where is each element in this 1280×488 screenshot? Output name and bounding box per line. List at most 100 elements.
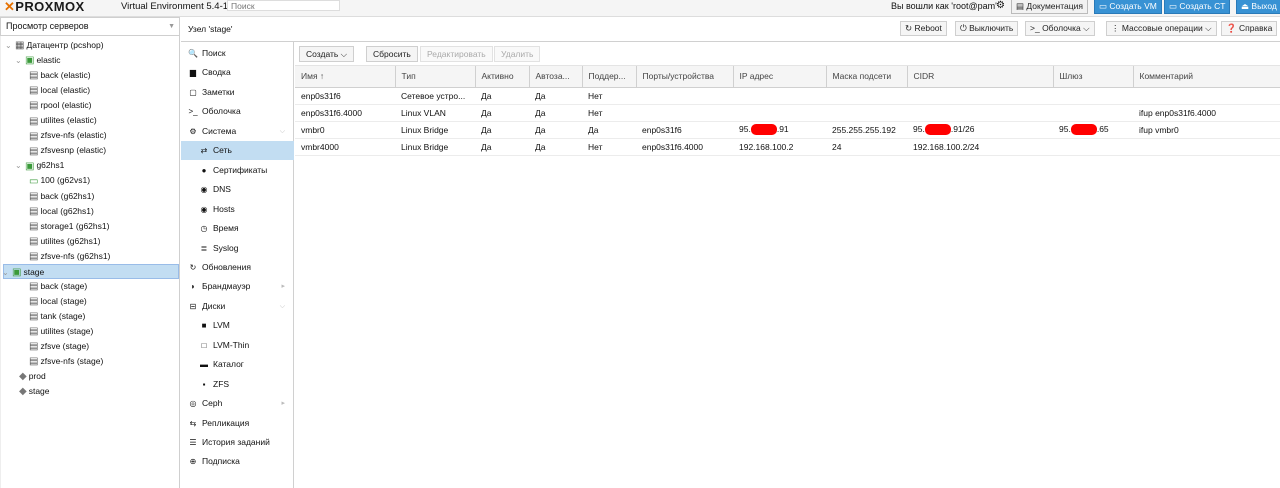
column-header[interactable]: Автоза... [529, 66, 583, 88]
menu-item-5[interactable]: ⇄ Сеть [181, 141, 294, 161]
column-header[interactable]: Тип [395, 66, 476, 88]
search-input[interactable] [227, 0, 340, 11]
column-header[interactable]: IP адрес [733, 66, 827, 88]
column-header[interactable]: Поддер... [582, 66, 637, 88]
menu-item-3[interactable]: >_ Оболочка [181, 102, 294, 121]
documentation-button[interactable]: ▤ Документация [1011, 0, 1088, 14]
tree-node[interactable]: ▤ back (g62hs1) [27, 189, 94, 204]
menu-item-label: DNS [213, 184, 231, 195]
tree-node[interactable]: ▤ utilites (g62hs1) [27, 234, 100, 249]
expand-arrow-icon[interactable]: ▸ [281, 394, 285, 413]
clock-icon: ◷ [200, 224, 208, 234]
menu-item-21[interactable]: ⊕ Подписка [181, 452, 294, 471]
table-cell: ifup enp0s31f6.4000 [1133, 104, 1280, 122]
menu-item-15[interactable]: □ LVM-Thin [181, 336, 294, 355]
table-cell: Сетевое устро... [395, 87, 475, 105]
tree-node[interactable]: ▤ rpool (elastic) [27, 98, 91, 113]
menu-item-20[interactable]: ☰ История заданий [181, 433, 294, 452]
remove-button[interactable]: Удалить [494, 46, 541, 62]
tree-node[interactable]: ▤ zfsve-nfs (stage) [27, 354, 103, 369]
menu-item-10[interactable]: ≣ Syslog [181, 239, 294, 258]
menu-item-8[interactable]: ◉ Hosts [181, 200, 294, 219]
server-view-select[interactable]: Просмотр серверов ▼ [0, 17, 180, 36]
table-row[interactable]: enp0s31f6 Сетевое устро... Да Да Нет [295, 87, 1280, 105]
expand-arrow-icon[interactable]: ⌵ [280, 297, 285, 316]
expand-arrow-icon[interactable]: ▸ [281, 277, 285, 296]
menu-item-6[interactable]: ● Сертификаты [181, 161, 294, 180]
menu-item-9[interactable]: ◷ Время [181, 219, 294, 238]
table-row[interactable]: vmbr0 Linux Bridge Да Да Да enp0s31f6 95. .91 25… [295, 121, 1280, 139]
tree-node[interactable]: ▤ zfsve (stage) [27, 339, 89, 354]
menu-item-label: Сводка [202, 67, 231, 78]
menu-item-16[interactable]: ▬ Каталог [181, 355, 294, 374]
tree-node[interactable]: ⌄ ▣ elastic [15, 53, 61, 68]
column-header[interactable]: Активно [475, 66, 530, 88]
menu-item-7[interactable]: ◉ DNS [181, 180, 294, 199]
column-header[interactable]: Маска подсети [826, 66, 908, 88]
column-header[interactable]: Порты/устройства [636, 66, 734, 88]
expand-chevron-icon[interactable]: ⌄ [15, 158, 22, 173]
table-row[interactable]: vmbr4000 Linux Bridge Да Да Нет enp0s31f6.400… [295, 138, 1280, 156]
column-header[interactable]: CIDR [907, 66, 1054, 88]
menu-item-11[interactable]: ↻ Обновления [181, 258, 294, 277]
menu-item-19[interactable]: ⇆ Репликация [181, 414, 294, 433]
tree-node-label: stage [23, 266, 45, 277]
revert-button[interactable]: Сбросить [366, 46, 418, 62]
column-header[interactable]: Имя ↑ [295, 66, 396, 88]
expand-chevron-icon[interactable]: ⌄ [5, 38, 12, 53]
help-button[interactable]: ❓ Справка [1221, 21, 1278, 36]
column-header[interactable]: Шлюз [1053, 66, 1134, 88]
menu-item-0[interactable]: 🔍 Поиск [181, 44, 294, 63]
menu-item-18[interactable]: ◎ Ceph ▸ [181, 394, 294, 413]
column-header[interactable]: Комментарий [1133, 66, 1280, 88]
table-row[interactable]: enp0s31f6.4000 Linux VLAN Да Да Нет ifup enp0… [295, 104, 1280, 122]
reboot-button[interactable]: ↻ Reboot [900, 21, 947, 36]
tree-node[interactable]: ⌄ ▦ Датацентр (pcshop) [5, 38, 104, 53]
tree-node[interactable]: ▤ tank (stage) [27, 309, 85, 324]
shutdown-button[interactable]: ⏻ Выключить [955, 21, 1019, 36]
tree-node[interactable]: ▤ storage1 (g62hs1) [27, 219, 109, 234]
create-vm-button[interactable]: ▭ Создать VM [1094, 0, 1162, 14]
menu-item-14[interactable]: ■ LVM [181, 316, 294, 335]
tree-node[interactable]: ▤ zfsve-nfs (elastic) [27, 128, 107, 143]
logout-button[interactable]: ⏏ Выход [1236, 0, 1280, 14]
folder-icon: ▬ [200, 360, 208, 370]
tree-node[interactable]: ▤ local (stage) [27, 294, 87, 309]
tree-node[interactable]: ▤ local (g62hs1) [27, 204, 94, 219]
expand-arrow-icon[interactable]: ⌵ [280, 122, 285, 141]
tree-node[interactable]: ▤ back (elastic) [27, 68, 91, 83]
menu-item-label: Ceph [202, 398, 223, 409]
tree-node[interactable]: ⌄ ▣ stage [2, 263, 179, 280]
edit-button[interactable]: Редактировать [420, 46, 493, 62]
menu-item-1[interactable]: ▆ Сводка [181, 63, 294, 82]
tree-node[interactable]: ▤ zfsvesnp (elastic) [27, 143, 106, 158]
gear-icon[interactable]: ⚙ [996, 0, 1005, 12]
menu-item-12[interactable]: ◗ Брандмауэр ▸ [181, 277, 294, 296]
create-ct-button[interactable]: ▭ Создать CT [1164, 0, 1231, 14]
tree-node[interactable]: ▤ local (elastic) [27, 83, 90, 98]
menu-item-4[interactable]: ⚙ Система ⌵ [181, 122, 294, 141]
menu-item-13[interactable]: ⊟ Диски ⌵ [181, 297, 294, 316]
tree-node[interactable]: ▤ zfsve-nfs (g62hs1) [27, 249, 110, 264]
table-cell: 95. .65 [1053, 121, 1133, 139]
tree-node-label: storage1 (g62hs1) [40, 220, 110, 231]
tree-node[interactable]: ▤ back (stage) [27, 279, 87, 294]
expand-chevron-icon[interactable]: ⌄ [2, 265, 9, 280]
bulk-actions-button[interactable]: ⋮ Массовые операции ⌵ [1106, 21, 1217, 36]
shell-button[interactable]: >_ Оболочка ⌵ [1025, 21, 1095, 36]
expand-chevron-icon[interactable]: ⌄ [15, 53, 22, 68]
resource-tree: ⌄ ▦ Датацентр (pcshop) ⌄ ▣ elastic ▤ back (elas… [0, 36, 180, 488]
create-button[interactable]: Создать ⌵ [299, 46, 355, 62]
menu-item-label: ZFS [213, 378, 230, 389]
tree-node[interactable]: ◆ stage [17, 384, 50, 399]
tree-node-label: prod [28, 371, 46, 382]
tree-node[interactable]: ▤ utilites (stage) [27, 324, 93, 339]
tree-node[interactable]: ▤ utilites (elastic) [27, 113, 97, 128]
tree-node[interactable]: ◆ prod [17, 369, 46, 384]
tree-node[interactable]: ⌄ ▣ g62hs1 [15, 158, 64, 173]
tree-node[interactable]: ▭ 100 (g62vs1) [27, 173, 90, 188]
menu-item-17[interactable]: ▪ ZFS [181, 375, 294, 394]
redaction-mark [750, 124, 777, 136]
menu-item-2[interactable]: ▢ Заметки [181, 83, 294, 102]
square-icon: ■ [201, 321, 207, 331]
